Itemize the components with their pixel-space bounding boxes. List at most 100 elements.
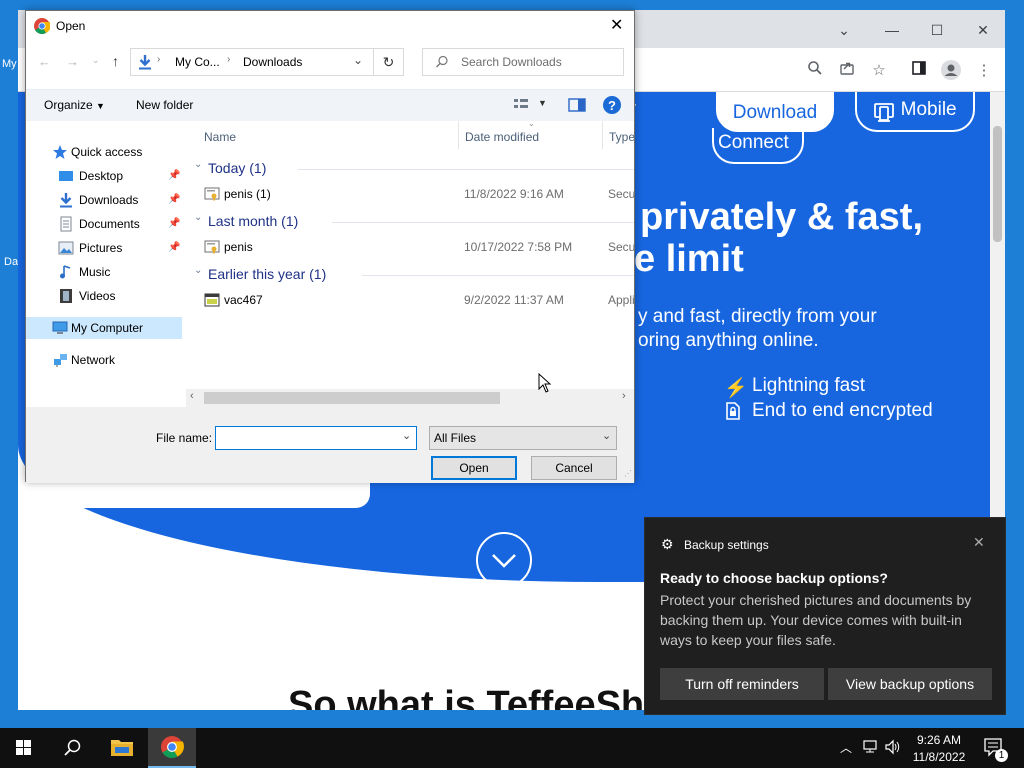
dialog-title: Open	[56, 19, 86, 33]
nav-item-quick-access[interactable]: Quick access	[26, 141, 182, 163]
bookmark-star-icon[interactable]: ☆	[868, 60, 890, 82]
breadcrumb-separator-icon: ›	[227, 54, 231, 65]
nav-item-downloads[interactable]: Downloads 📌	[26, 189, 182, 211]
videos-icon	[58, 288, 74, 304]
nav-item-documents[interactable]: Documents 📌	[26, 213, 182, 235]
column-header-name[interactable]: Name	[204, 121, 236, 149]
new-folder-button[interactable]: New folder	[136, 98, 193, 112]
mobile-button[interactable]: Mobile	[855, 92, 975, 132]
scroll-left-arrow-icon[interactable]: ‹	[190, 390, 194, 402]
scroll-down-button[interactable]	[476, 532, 532, 588]
group-divider	[332, 222, 634, 223]
star-icon	[52, 144, 68, 160]
action-center-button[interactable]: 1	[980, 728, 1010, 768]
svg-text:?: ?	[608, 98, 616, 113]
address-bar[interactable]: › My Co... › Downloads ⌄	[130, 48, 374, 76]
file-explorer-taskbar-button[interactable]	[98, 728, 146, 768]
notification-close-button[interactable]: ✕	[973, 534, 985, 551]
search-box[interactable]: Search Downloads	[422, 48, 624, 76]
scroll-right-arrow-icon[interactable]: ›	[622, 390, 626, 402]
nav-item-my-computer[interactable]: My Computer	[26, 317, 182, 339]
open-button[interactable]: Open	[431, 456, 517, 480]
nav-item-videos[interactable]: Videos	[26, 285, 182, 307]
chrome-taskbar-button[interactable]	[148, 728, 196, 768]
forward-arrow-icon[interactable]: →	[66, 54, 79, 69]
help-icon[interactable]: ?	[602, 95, 622, 115]
volume-icon[interactable]	[884, 739, 902, 768]
preview-pane-icon[interactable]	[568, 98, 586, 112]
nav-item-desktop[interactable]: Desktop 📌	[26, 165, 182, 187]
group-collapse-chevron-icon[interactable]: ⌄	[194, 265, 202, 276]
nav-item-label: My Computer	[71, 321, 144, 335]
column-separator[interactable]	[602, 121, 603, 149]
headline-line-2: e limit	[634, 238, 744, 280]
file-type: Appli	[608, 293, 634, 307]
menu-kebab-icon[interactable]: ⋮	[973, 60, 995, 82]
file-row[interactable]: penis (1) 11/8/2022 9:16 AM Secur	[186, 183, 634, 205]
nav-item-label: Videos	[79, 289, 116, 303]
back-arrow-icon[interactable]: ←	[38, 54, 51, 69]
refresh-button[interactable]: ↻	[374, 48, 404, 76]
security-certificate-icon	[204, 239, 220, 255]
nav-item-network[interactable]: Network	[26, 349, 182, 371]
column-separator[interactable]	[458, 121, 459, 149]
address-dropdown-icon[interactable]: ⌄	[353, 53, 363, 67]
dialog-close-button[interactable]: ✕	[610, 15, 623, 35]
group-collapse-chevron-icon[interactable]: ⌄	[194, 159, 202, 170]
view-dropdown-icon[interactable]: ▼	[538, 98, 547, 108]
start-button[interactable]	[0, 728, 48, 768]
resize-grip-icon[interactable]: ⋰	[624, 469, 632, 478]
organize-button[interactable]: Organize ▼	[44, 98, 105, 112]
zoom-icon[interactable]	[804, 60, 826, 82]
group-collapse-chevron-icon[interactable]: ⌄	[194, 212, 202, 223]
breadcrumb-downloads[interactable]: Downloads	[243, 55, 302, 69]
file-name-input[interactable]: ⌄	[215, 426, 417, 450]
application-icon	[204, 292, 220, 308]
connect-button-label: Connect	[718, 132, 789, 153]
maximize-button[interactable]: ☐	[925, 18, 949, 42]
desktop-folder-icon	[58, 168, 74, 184]
share-icon[interactable]	[836, 60, 858, 82]
up-arrow-icon[interactable]: ↑	[112, 53, 119, 69]
desktop-icon-label[interactable]: My	[2, 58, 17, 70]
file-row[interactable]: vac467 9/2/2022 11:37 AM Appli	[186, 289, 634, 311]
nav-item-music[interactable]: Music	[26, 261, 182, 283]
show-hidden-icons-chevron-icon[interactable]: ︿	[840, 739, 852, 768]
connect-button[interactable]: Connect	[712, 128, 804, 164]
breadcrumb-my-computer[interactable]: My Co...	[175, 55, 220, 69]
turn-off-reminders-button[interactable]: Turn off reminders	[660, 668, 824, 700]
file-name-dropdown-icon[interactable]: ⌄	[402, 429, 411, 442]
profile-avatar-icon[interactable]	[940, 60, 962, 82]
mobile-button-label: Mobile	[900, 99, 957, 120]
page-scrollbar-thumb[interactable]	[993, 126, 1002, 242]
minimize-button[interactable]: —	[880, 18, 904, 42]
desktop-icon-label[interactable]: Da	[4, 256, 18, 268]
tab-search-icon[interactable]: ⌄	[832, 18, 856, 42]
group-header-today[interactable]: Today (1)	[208, 157, 266, 179]
file-date: 11/8/2022 9:16 AM	[464, 187, 564, 201]
close-window-button[interactable]: ✕	[971, 18, 995, 42]
dialog-bottom-panel: File name: ⌄ All Files ⌄ Open Cancel ⋰	[26, 407, 634, 483]
view-backup-options-button[interactable]: View backup options	[828, 668, 992, 700]
scrollbar-thumb[interactable]	[204, 392, 500, 404]
file-name: vac467	[224, 293, 263, 307]
cancel-button[interactable]: Cancel	[531, 456, 617, 480]
chevron-down-icon	[492, 554, 516, 568]
mouse-cursor-icon	[538, 372, 552, 393]
clock-date[interactable]: 11/8/2022	[912, 749, 966, 768]
column-header-type[interactable]: Type	[609, 121, 634, 149]
group-header-last-month[interactable]: Last month (1)	[208, 210, 298, 232]
network-tray-icon[interactable]	[862, 739, 880, 768]
nav-item-pictures[interactable]: Pictures 📌	[26, 237, 182, 259]
file-list-scrollbar[interactable]: ‹ ›	[186, 389, 634, 407]
search-taskbar-button[interactable]	[48, 728, 96, 768]
side-panel-icon[interactable]	[908, 60, 930, 82]
recent-locations-chevron-icon[interactable]: ⌄	[92, 55, 100, 66]
file-type-select[interactable]: All Files ⌄	[429, 426, 617, 450]
group-header-earlier-this-year[interactable]: Earlier this year (1)	[208, 263, 326, 285]
view-options-icon[interactable]	[512, 96, 532, 112]
download-button[interactable]: Download	[716, 92, 834, 132]
file-list: Name Date modified ⌄ Type ⌄ Today (1) pe…	[186, 121, 634, 399]
file-row[interactable]: penis 10/17/2022 7:58 PM Secur	[186, 236, 634, 258]
navigation-pane: Quick access Desktop 📌 Downloads 📌 Docum…	[26, 121, 186, 407]
